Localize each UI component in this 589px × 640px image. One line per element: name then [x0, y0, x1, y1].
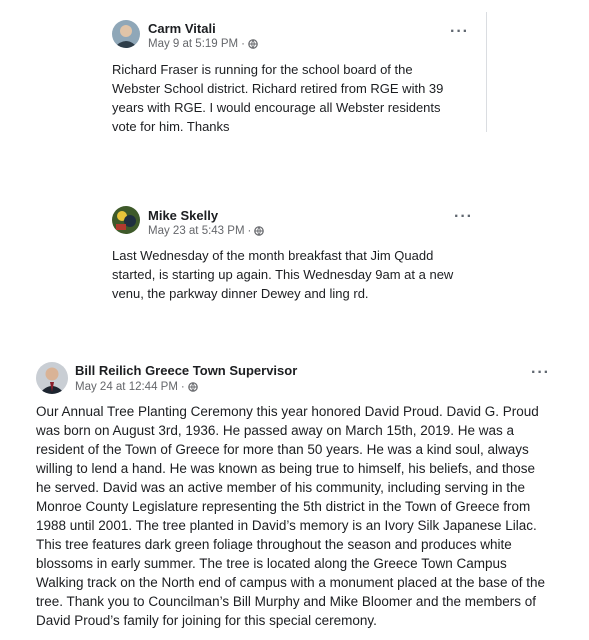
post-meta: May 9 at 5:19 PM ·: [148, 38, 258, 52]
meta-separator: ·: [180, 381, 185, 393]
post-timestamp[interactable]: May 9 at 5:19 PM: [148, 38, 238, 50]
more-options-icon[interactable]: ···: [450, 24, 469, 40]
post-author[interactable]: Carm Vitali: [148, 21, 216, 36]
globe-icon: [254, 226, 265, 239]
post-text: Last Wednesday of the month breakfast th…: [112, 248, 454, 301]
post-meta: May 23 at 5:43 PM ·: [148, 225, 265, 239]
post-text: Richard Fraser is running for the school…: [112, 62, 444, 134]
card-edge: [486, 12, 487, 132]
more-options-icon[interactable]: ···: [454, 209, 473, 225]
post-card: Mike Skelly May 23 at 5:43 PM · ··· Last …: [100, 196, 487, 308]
post-meta: May 24 at 12:44 PM ·: [75, 381, 198, 395]
globe-icon: [187, 382, 198, 395]
globe-icon: [248, 39, 258, 52]
post-author[interactable]: Bill Reilich Greece Town Supervisor: [75, 363, 297, 378]
avatar[interactable]: [112, 206, 140, 234]
meta-separator: ·: [247, 225, 252, 237]
post-card: Bill Reilich Greece Town Supervisor May …: [24, 352, 564, 640]
post-card: Carm Vitali May 9 at 5:19 PM · ··· Richar…: [100, 8, 487, 134]
post-author[interactable]: Mike Skelly: [148, 208, 218, 223]
post-timestamp[interactable]: May 23 at 5:43 PM: [148, 225, 245, 237]
avatar[interactable]: [36, 362, 68, 394]
post-text: Our Annual Tree Planting Ceremony this y…: [36, 404, 546, 628]
avatar[interactable]: [112, 20, 140, 48]
post-timestamp[interactable]: May 24 at 12:44 PM: [75, 381, 178, 393]
more-options-icon[interactable]: ···: [531, 365, 550, 381]
meta-separator: ·: [241, 38, 245, 50]
